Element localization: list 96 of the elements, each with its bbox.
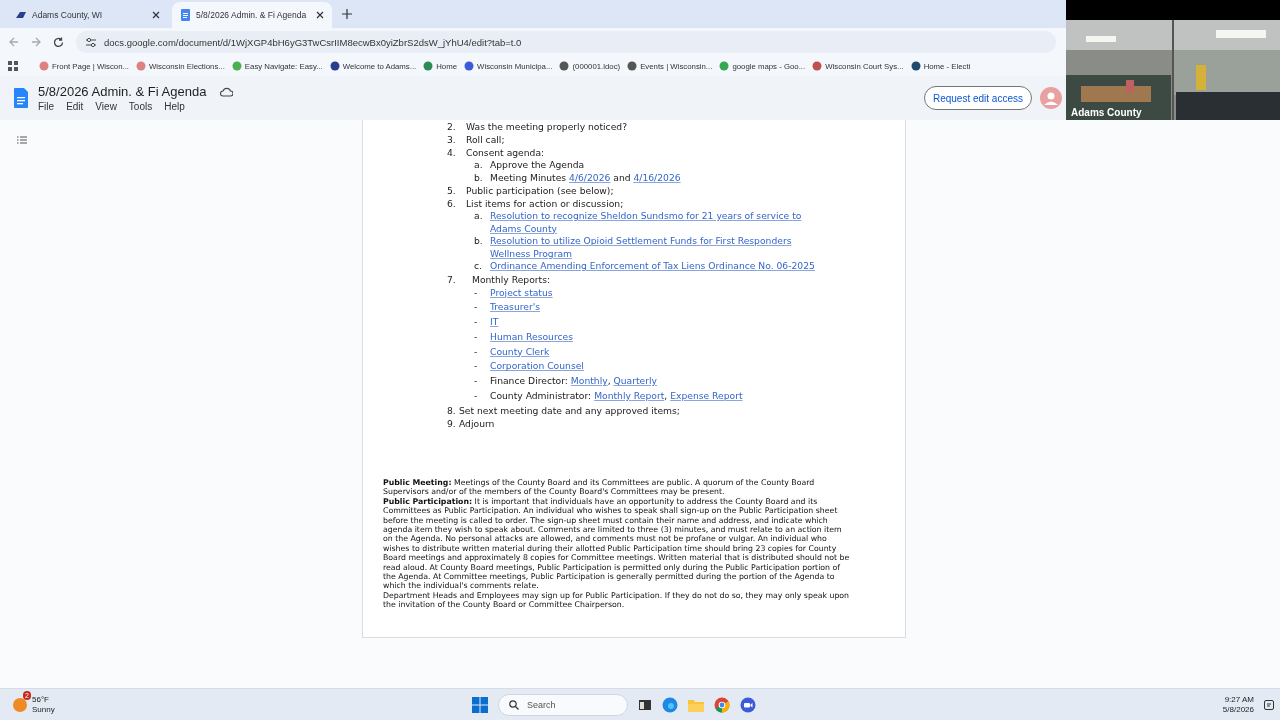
video-caption: Adams County (1071, 107, 1142, 118)
agenda-text: Public participation (see below); (466, 185, 614, 196)
weather-condition: Sunny (32, 704, 55, 715)
browser-tab[interactable]: 5/8/2026 Admin. & Fi Agenda (172, 2, 332, 28)
address-bar[interactable]: docs.google.com/document/d/1WjXGP4bH6yG3TwCsrIIM8ecwBx0yiZbrS2dsW_jYhU4/edit?tab=t.0 (76, 31, 1056, 53)
clock-date: 5/8/2026 (1222, 704, 1254, 715)
list-marker: - (474, 344, 479, 359)
item-number: 8. (447, 403, 457, 417)
item-number: 4. (447, 146, 457, 159)
agenda-text: , (664, 390, 669, 402)
document-link[interactable]: Human Resources (490, 329, 573, 345)
new-tab-icon[interactable] (342, 9, 352, 19)
list-marker: b. (474, 235, 484, 248)
agenda-text: Monthly Reports: (472, 273, 551, 285)
agenda-text: Set next meeting date and any approved items; (459, 404, 680, 416)
video-call-icon[interactable] (740, 696, 756, 713)
menu-item[interactable]: File (38, 101, 55, 112)
list-marker: - (474, 359, 479, 374)
list-marker: - (474, 285, 479, 300)
site-icon (329, 61, 340, 71)
agenda-text: Finance Director: (490, 375, 569, 387)
site-icon (812, 61, 823, 71)
list-marker: c. (474, 260, 483, 273)
list-marker: - (474, 315, 479, 330)
reload-icon[interactable] (53, 36, 64, 48)
app-window-icon[interactable] (638, 697, 652, 712)
chrome-icon[interactable] (714, 696, 730, 713)
list-marker: b. (474, 171, 484, 184)
apps-grid-icon[interactable] (8, 61, 18, 71)
site-icon (719, 61, 730, 71)
item-number: 9. (447, 416, 457, 430)
request-edit-access-button[interactable]: Request edit access (923, 86, 1032, 110)
item-number: 3. (447, 133, 457, 146)
clock-time: 9:27 AM (1224, 694, 1254, 705)
list-marker: - (474, 374, 479, 389)
cloud-icon (220, 86, 234, 97)
taskbar-search-field[interactable]: Search (498, 693, 628, 716)
site-icon (627, 61, 638, 71)
agenda-text: List items for action or discussion; (466, 198, 624, 209)
close-icon[interactable] (152, 11, 160, 19)
url-text: docs.google.com/document/d/1WjXGP4bH6yG3TwCsrIIM8ecwBx0yiZbrS2dsW_jYhU4/edit?tab=t.0 (104, 36, 522, 48)
document-link[interactable]: Resolution to recognize Sheldon Sundsmo for 21 years of service to Adams County (490, 210, 820, 235)
menu-item[interactable]: Tools (128, 101, 153, 112)
document-link[interactable]: 4/16/2026 (633, 171, 681, 184)
agenda-text: Was the meeting properly noticed? (466, 121, 628, 132)
docs-logo-icon (14, 88, 28, 108)
item-number: 2. (447, 120, 457, 133)
site-icon (910, 61, 921, 71)
temperature: 56°F (32, 694, 50, 705)
agenda-text: Roll call; (466, 134, 505, 145)
site-icon (423, 61, 434, 71)
site-icon (464, 61, 475, 71)
weather-icon (12, 696, 28, 713)
close-icon[interactable] (316, 11, 324, 19)
menu-item[interactable]: Help (164, 101, 185, 112)
agenda-text: Meeting Minutes (490, 171, 568, 183)
agenda-text: County Administrator: (490, 390, 593, 402)
start-icon[interactable] (472, 696, 488, 713)
agenda-text: Adjourn (459, 417, 495, 429)
list-marker: a. (474, 210, 484, 223)
site-icon (136, 61, 146, 71)
agenda-text: , (607, 375, 612, 387)
list-marker: a. (474, 159, 484, 172)
site-icon (39, 61, 49, 71)
search-icon (509, 699, 519, 710)
document-link[interactable]: Quarterly (613, 374, 657, 390)
site-icon (16, 9, 26, 21)
item-number: 7. (447, 272, 457, 286)
list-marker: - (474, 389, 479, 404)
document-link[interactable]: Project status (490, 285, 553, 301)
document-link[interactable]: Treasurer's (490, 300, 541, 316)
agenda-text: Consent agenda: (466, 147, 545, 158)
browser-tab[interactable]: Adams County, WI (8, 2, 168, 28)
document-link[interactable]: Corporation Counsel (490, 359, 584, 375)
document-link[interactable]: Expense Report (670, 389, 743, 404)
site-settings-icon (86, 37, 96, 47)
item-number: 5. (447, 184, 457, 197)
document-icon (180, 9, 190, 21)
browser-icon[interactable] (662, 696, 678, 713)
document-link[interactable]: Monthly (570, 374, 608, 390)
agenda-text: and (612, 171, 632, 183)
document-link[interactable]: Ordinance Amending Enforcement of Tax Liens Ordinance No. 06-2025 (490, 260, 815, 273)
item-number: 6. (447, 197, 457, 210)
document-link[interactable]: 4/6/2026 (569, 171, 611, 184)
document-title[interactable]: 5/8/2026 Admin. & Fi Agenda (38, 84, 207, 99)
document-link[interactable]: Resolution to utilize Opioid Settlement Funds for First Responders Wellness Program (490, 235, 820, 260)
document-link[interactable]: County Clerk (490, 344, 550, 360)
document-link[interactable]: IT (490, 315, 499, 330)
site-icon (559, 61, 570, 71)
agenda-text: Approve the Agenda (490, 159, 585, 170)
list-marker: - (474, 300, 479, 315)
menu-item[interactable]: View (95, 101, 117, 112)
list-marker: - (474, 329, 479, 344)
site-icon (231, 61, 242, 71)
notifications-icon[interactable] (1264, 699, 1274, 710)
menu-item[interactable]: Edit (66, 101, 84, 112)
